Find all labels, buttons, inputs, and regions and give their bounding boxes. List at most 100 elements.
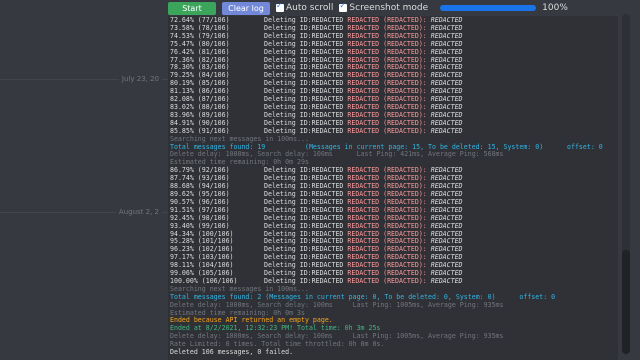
- delete-content: REDACTED: [426, 189, 463, 198]
- log-content: 68.87% (73/106)Deleting ID:REDACTED REDA…: [170, 16, 618, 357]
- delete-content: REDACTED: [426, 253, 463, 262]
- delete-author: REDACTED (REDACTED):: [347, 126, 427, 135]
- delete-id: Deleting ID:REDACTED: [264, 197, 348, 206]
- delete-content: REDACTED: [426, 87, 463, 96]
- delete-author: REDACTED (REDACTED):: [347, 31, 427, 40]
- checkbox-checked-icon[interactable]: [339, 1, 348, 12]
- delete-content: REDACTED: [426, 103, 463, 111]
- delete-content: REDACTED: [426, 23, 463, 32]
- delete-content: REDACTED: [426, 237, 463, 246]
- delete-content: REDACTED: [426, 118, 463, 127]
- delete-id: Deleting ID:REDACTED: [264, 23, 348, 32]
- delete-author: REDACTED (REDACTED):: [347, 39, 427, 48]
- delete-id: Deleting ID:REDACTED: [264, 245, 348, 254]
- delete-content: REDACTED: [426, 47, 463, 56]
- checkbox-checked-icon[interactable]: [276, 1, 284, 12]
- delete-author: REDACTED (REDACTED):: [347, 63, 427, 72]
- delete-author: REDACTED (REDACTED):: [347, 221, 427, 230]
- delete-id: Deleting ID:REDACTED: [264, 16, 348, 25]
- delete-id: Deleting ID:REDACTED: [264, 55, 348, 64]
- delete-id: Deleting ID:REDACTED: [264, 39, 348, 48]
- delete-id: Deleting ID:REDACTED: [264, 63, 348, 72]
- delete-author: REDACTED (REDACTED):: [347, 237, 427, 246]
- delete-id: Deleting ID:REDACTED: [264, 253, 348, 262]
- delete-content: REDACTED: [426, 110, 463, 119]
- delete-id: Deleting ID:REDACTED: [264, 79, 348, 88]
- delete-id: Deleting ID:REDACTED: [264, 166, 348, 175]
- delete-id: Deleting ID:REDACTED: [264, 213, 348, 222]
- delete-content: REDACTED: [426, 221, 463, 230]
- delete-id: Deleting ID:REDACTED: [264, 182, 348, 191]
- delete-author: REDACTED (REDACTED):: [347, 276, 427, 285]
- delete-author: REDACTED (REDACTED):: [347, 205, 427, 214]
- delete-content: REDACTED: [426, 213, 463, 222]
- delete-content: REDACTED: [426, 39, 463, 48]
- delete-id: Deleting ID:REDACTED: [264, 95, 348, 104]
- delete-id: Deleting ID:REDACTED: [264, 31, 348, 40]
- delete-author: REDACTED (REDACTED):: [347, 55, 427, 64]
- delete-content: REDACTED: [426, 205, 463, 214]
- delete-content: REDACTED: [426, 16, 463, 25]
- delete-id: Deleting ID:REDACTED: [264, 47, 348, 56]
- delete-author: REDACTED (REDACTED):: [347, 245, 427, 254]
- delete-author: REDACTED (REDACTED):: [347, 103, 427, 111]
- start-button[interactable]: Start: [168, 1, 216, 15]
- delete-author: REDACTED (REDACTED):: [347, 182, 427, 191]
- delete-author: REDACTED (REDACTED):: [347, 79, 427, 88]
- delete-id: Deleting ID:REDACTED: [264, 237, 348, 246]
- toolbar: Start Clear log Auto scroll Screenshot m…: [168, 0, 618, 16]
- delete-content: REDACTED: [426, 95, 463, 104]
- delete-author: REDACTED (REDACTED):: [347, 118, 427, 127]
- delete-author: REDACTED (REDACTED):: [347, 197, 427, 206]
- delete-author: REDACTED (REDACTED):: [347, 47, 427, 56]
- delete-author: REDACTED (REDACTED):: [347, 189, 427, 198]
- screenshot-mode-checkbox[interactable]: Screenshot mode: [339, 1, 428, 13]
- delete-author: REDACTED (REDACTED):: [347, 95, 427, 104]
- delete-id: Deleting ID:REDACTED: [264, 229, 348, 238]
- delete-id: Deleting ID:REDACTED: [264, 276, 348, 285]
- delete-content: REDACTED: [426, 63, 463, 72]
- delete-id: Deleting ID:REDACTED: [264, 118, 348, 127]
- delete-id: Deleting ID:REDACTED: [264, 71, 348, 80]
- delete-author: REDACTED (REDACTED):: [347, 229, 427, 238]
- delete-id: Deleting ID:REDACTED: [264, 261, 348, 270]
- delete-id: Deleting ID:REDACTED: [264, 221, 348, 230]
- delete-author: REDACTED (REDACTED):: [347, 87, 427, 96]
- date-divider: August 2, 2: [0, 206, 168, 218]
- clear-log-button[interactable]: Clear log: [222, 1, 270, 15]
- delete-content: REDACTED: [426, 71, 463, 80]
- delete-id: Deleting ID:REDACTED: [264, 103, 348, 111]
- delete-id: Deleting ID:REDACTED: [264, 189, 348, 198]
- delete-author: REDACTED (REDACTED):: [347, 166, 427, 175]
- delete-content: REDACTED: [426, 79, 463, 88]
- delete-author: REDACTED (REDACTED):: [347, 23, 427, 32]
- delete-id: Deleting ID:REDACTED: [264, 174, 348, 183]
- delete-content: REDACTED: [426, 197, 463, 206]
- delete-content: REDACTED: [426, 261, 463, 270]
- delete-content: REDACTED: [426, 31, 463, 40]
- delete-content: REDACTED: [426, 55, 463, 64]
- progress-fill: [440, 5, 537, 11]
- delete-content: REDACTED: [426, 126, 463, 135]
- date-divider: July 23, 20: [0, 73, 168, 85]
- delete-id: Deleting ID:REDACTED: [264, 110, 348, 119]
- delete-content: REDACTED: [426, 276, 463, 285]
- delete-author: REDACTED (REDACTED):: [347, 174, 427, 183]
- delete-content: REDACTED: [426, 245, 463, 254]
- scrollbar-thumb[interactable]: [622, 250, 630, 354]
- discord-backdrop: July 23, 20 August 2, 2: [0, 0, 168, 360]
- delete-author: REDACTED (REDACTED):: [347, 213, 427, 222]
- progress-bar: [440, 5, 537, 11]
- delete-author: REDACTED (REDACTED):: [347, 269, 427, 278]
- delete-author: REDACTED (REDACTED):: [347, 110, 427, 119]
- delete-id: Deleting ID:REDACTED: [264, 87, 348, 96]
- log-line-summary: Deleted 106 messages, 0 failed.: [170, 348, 294, 357]
- auto-scroll-checkbox[interactable]: Auto scroll: [276, 1, 333, 13]
- delete-content: REDACTED: [426, 166, 463, 175]
- delete-content: REDACTED: [426, 269, 463, 278]
- delete-content: REDACTED: [426, 229, 463, 238]
- delete-id: Deleting ID:REDACTED: [264, 269, 348, 278]
- delete-author: REDACTED (REDACTED):: [347, 261, 427, 270]
- log-panel[interactable]: 68.87% (73/106)Deleting ID:REDACTED REDA…: [168, 16, 618, 360]
- delete-author: REDACTED (REDACTED):: [347, 253, 427, 262]
